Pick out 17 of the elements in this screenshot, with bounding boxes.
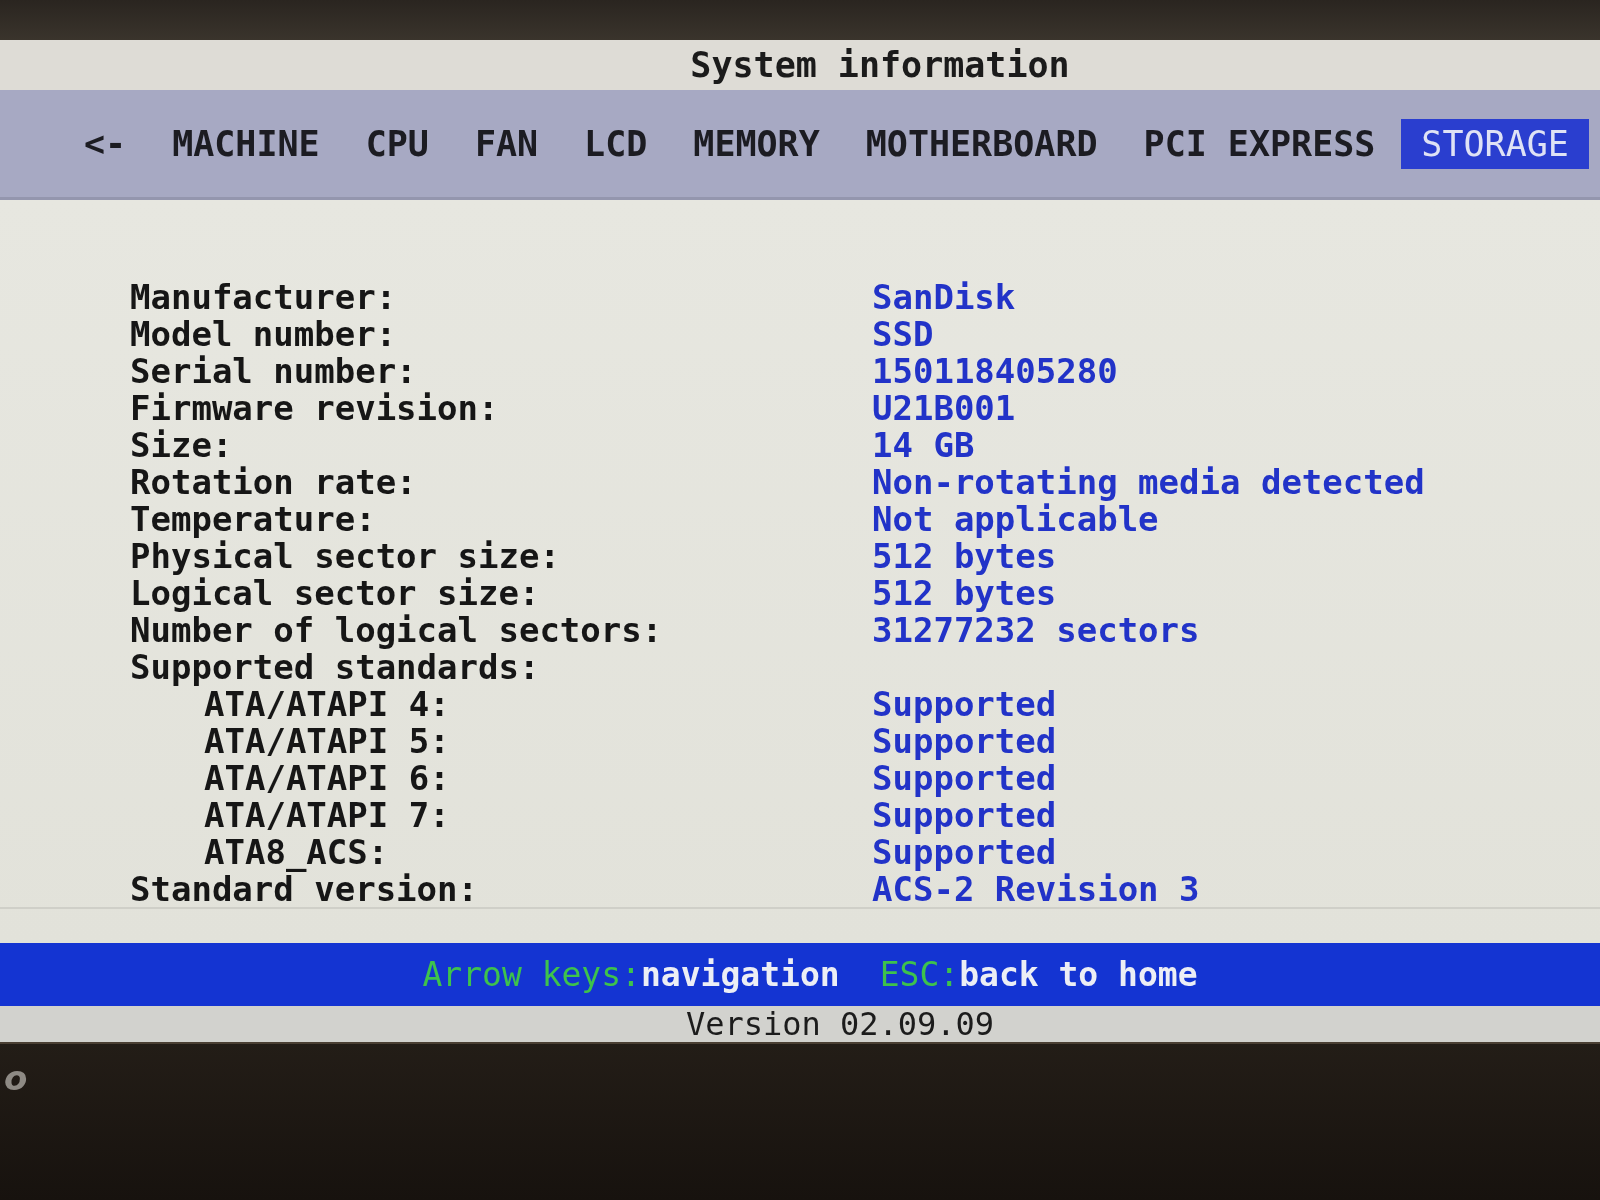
nav-tab[interactable]: PCI EXPRESS — [1123, 118, 1396, 169]
key-action-text: back to home — [959, 955, 1198, 994]
key-action-text: navigation — [640, 955, 840, 994]
version-text: Version 02.09.09 — [685, 1005, 995, 1043]
nav-tab[interactable]: STORAGE — [1401, 118, 1589, 169]
field-value: Supported — [872, 683, 1057, 724]
key-label: Arrow keys: — [422, 955, 641, 994]
nav-tab[interactable]: MOTHERBOARD — [845, 118, 1118, 169]
back-button[interactable]: <- — [64, 118, 147, 169]
bezel-logo-text: o — [4, 1058, 28, 1098]
nav-tab[interactable]: FAN — [454, 118, 559, 169]
window-title: System information — [690, 45, 1070, 85]
key-label: ESC: — [879, 955, 960, 994]
nav-tab[interactable]: MACHINE — [152, 118, 340, 169]
nav-tab[interactable]: LCD — [564, 118, 668, 169]
nav-tab[interactable]: CPU — [345, 118, 449, 169]
nav-tab[interactable]: MEMORY — [673, 118, 840, 169]
